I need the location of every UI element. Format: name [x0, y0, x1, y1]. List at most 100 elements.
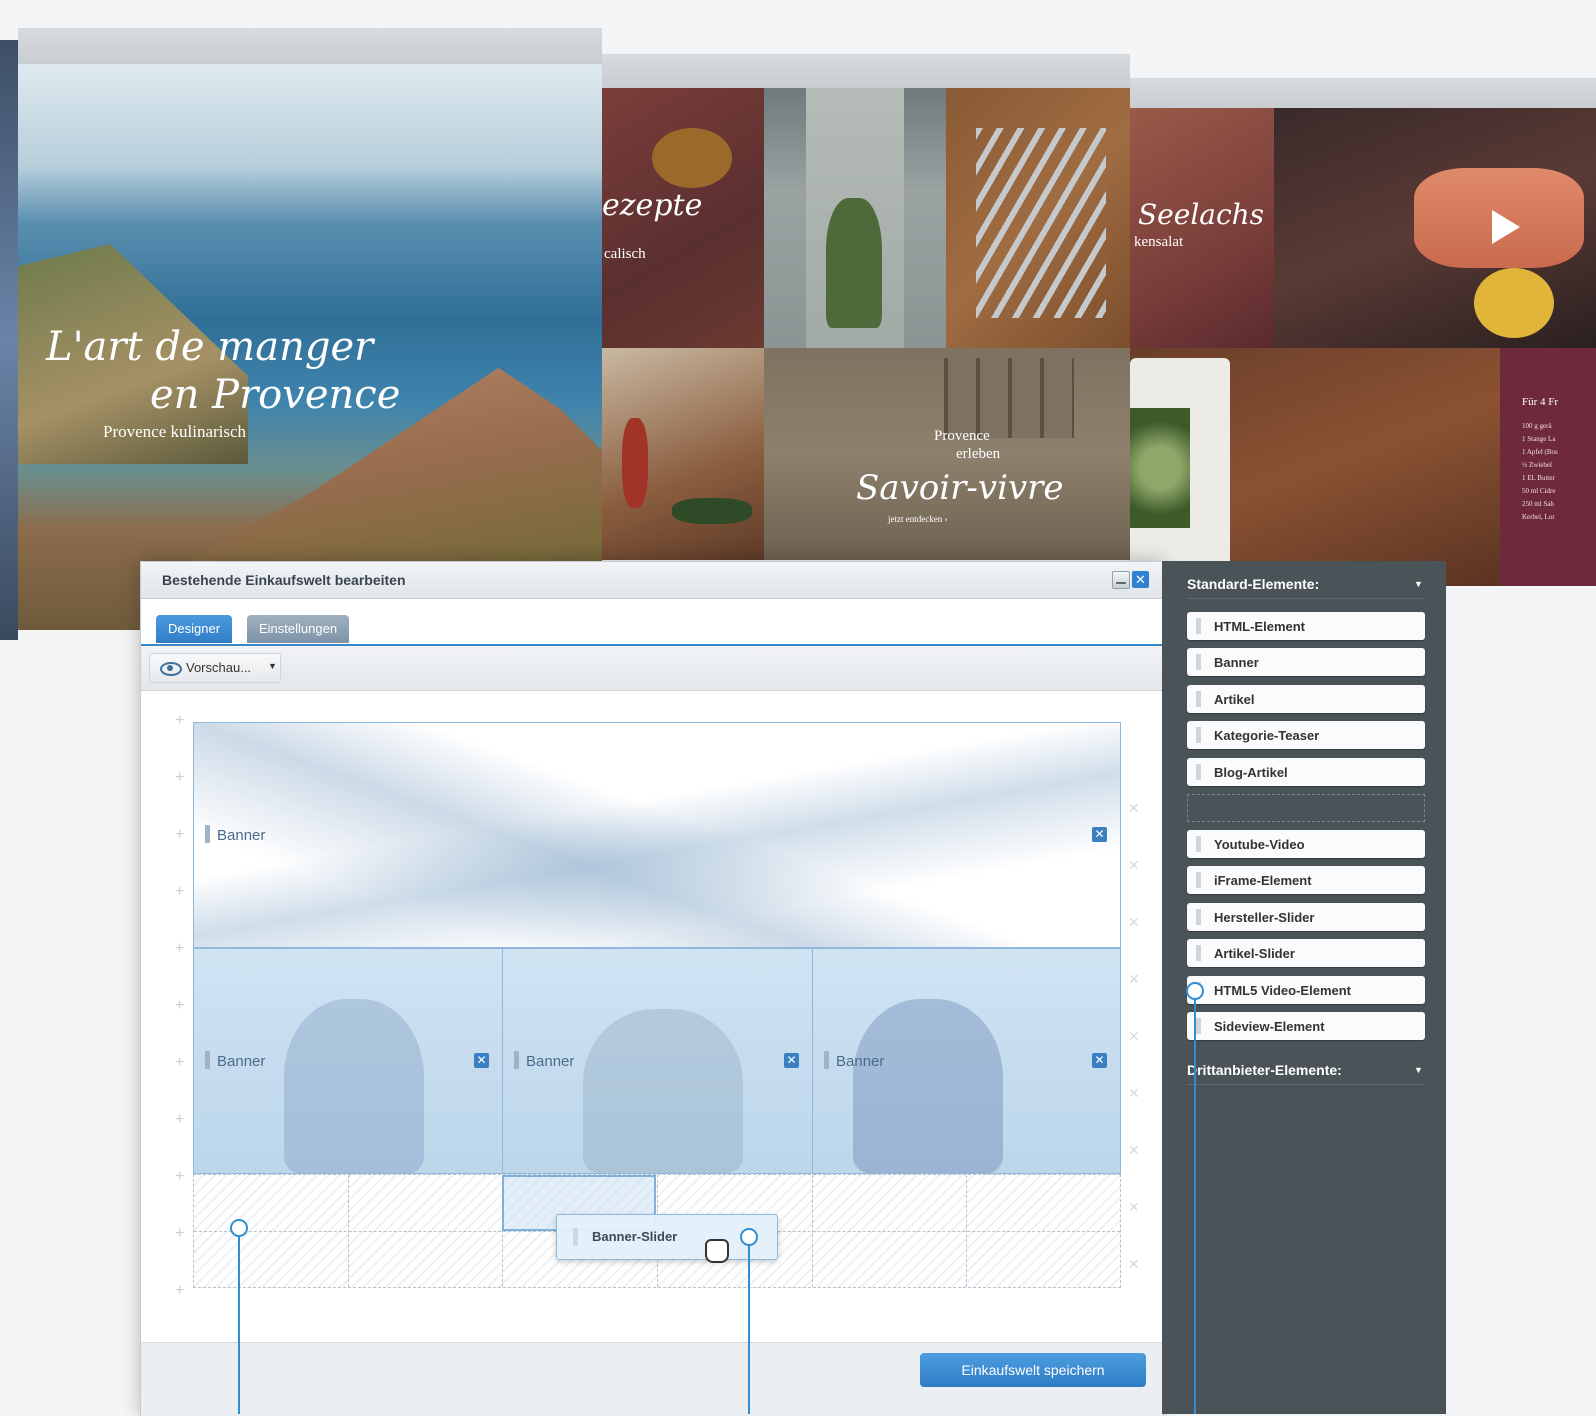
- banner-cell-left[interactable]: Banner ✕: [193, 948, 503, 1174]
- palette-item-artikel-slider[interactable]: Artikel-Slider: [1187, 939, 1425, 968]
- callout-dot: [740, 1228, 758, 1246]
- recipe-ingredient: 1 EL Butter: [1522, 474, 1555, 482]
- drag-handle-icon[interactable]: [205, 1051, 210, 1069]
- drag-handle-icon: [1196, 1018, 1201, 1034]
- dialog-titlebar: Bestehende Einkaufswelt bearbeiten ✕: [141, 562, 1163, 599]
- palette-item-hersteller-slider[interactable]: Hersteller-Slider: [1187, 902, 1425, 931]
- recipe-ingredient: 50 ml Cidre: [1522, 487, 1556, 495]
- palette-item-iframe-element[interactable]: iFrame-Element: [1187, 866, 1425, 895]
- banner-cell-right[interactable]: Banner ✕: [812, 948, 1121, 1174]
- palette-item-banner[interactable]: Banner: [1187, 648, 1425, 677]
- drag-handle-icon: [1196, 908, 1201, 925]
- remove-row-icon[interactable]: ✕: [1128, 800, 1140, 817]
- add-row-icon[interactable]: +: [175, 712, 184, 730]
- minimize-icon: [1116, 582, 1126, 584]
- add-row-icon[interactable]: +: [175, 940, 184, 958]
- palette-item-html5-video-element[interactable]: HTML5 Video-Element: [1187, 975, 1425, 1004]
- person-silhouette: [284, 999, 424, 1173]
- tile-savoir-vivre: Provence erleben Savoir-vivre jetzt entd…: [764, 348, 1130, 560]
- palette-item-kategorie-teaser[interactable]: Kategorie-Teaser: [1187, 721, 1425, 750]
- herb-bundle: [826, 198, 882, 328]
- close-button[interactable]: ✕: [1132, 571, 1149, 588]
- tile-seelachs: Seelachs kensalat: [1130, 108, 1274, 348]
- remove-banner-button[interactable]: ✕: [474, 1053, 489, 1068]
- window-shape: [944, 358, 1074, 438]
- palette-drop-placeholder: [1187, 794, 1425, 822]
- remove-banner-button[interactable]: ✕: [1092, 827, 1107, 842]
- banner-cell-top[interactable]: Banner ✕: [193, 722, 1121, 948]
- tile-provence-label: Provence: [934, 428, 990, 444]
- seelachs-subtitle: kensalat: [1134, 234, 1184, 250]
- tile-entdecken-link[interactable]: jetzt entdecken ›: [888, 514, 947, 524]
- minimize-button[interactable]: [1112, 571, 1130, 589]
- add-row-icon[interactable]: +: [175, 1168, 184, 1186]
- remove-row-icon[interactable]: ✕: [1128, 1256, 1140, 1273]
- palette-item-label: HTML-Element: [1214, 619, 1305, 634]
- palette-item-label: Artikel-Slider: [1214, 946, 1295, 962]
- provence-title-line2: en Provence: [150, 372, 401, 418]
- preview-label: Vorschau...: [186, 660, 252, 675]
- third-party-elements-header[interactable]: Drittanbieter-Elemente:: [1187, 1062, 1342, 1078]
- tile-apron: [764, 88, 946, 348]
- drag-handle-icon: [1196, 618, 1201, 634]
- callout-line: [1194, 996, 1196, 1414]
- callout-line: [238, 1232, 240, 1414]
- dragging-label: Banner-Slider: [592, 1229, 678, 1244]
- add-row-icon[interactable]: +: [175, 883, 184, 901]
- drag-handle-icon[interactable]: [514, 1051, 519, 1069]
- chevron-down-icon[interactable]: ▼: [1414, 1065, 1423, 1075]
- remove-row-icon[interactable]: ✕: [1128, 914, 1140, 931]
- preview-button[interactable]: Vorschau... ▼: [149, 653, 281, 683]
- callout-dot: [1186, 982, 1204, 1000]
- add-row-icon[interactable]: +: [175, 1111, 184, 1129]
- remove-row-icon[interactable]: ✕: [1128, 1085, 1140, 1102]
- remove-row-icon[interactable]: ✕: [1128, 1142, 1140, 1159]
- remove-banner-button[interactable]: ✕: [1092, 1053, 1107, 1068]
- remove-row-icon[interactable]: ✕: [1128, 1199, 1140, 1216]
- remove-banner-button[interactable]: ✕: [784, 1053, 799, 1068]
- tile-rezepte-title: ezepte: [602, 188, 703, 223]
- drag-handle-icon: [1196, 654, 1201, 671]
- person-silhouette: [853, 999, 1003, 1173]
- standard-elements-header[interactable]: Standard-Elemente:: [1187, 576, 1319, 592]
- remove-row-icon[interactable]: ✕: [1128, 1028, 1140, 1045]
- tab-designer[interactable]: Designer: [156, 615, 233, 643]
- tile-cucumber-salad: [1130, 348, 1500, 586]
- drag-handle-icon[interactable]: [573, 1228, 578, 1246]
- palette-item-sideview-element[interactable]: Sideview-Element: [1187, 1012, 1425, 1040]
- seelachs-title: Seelachs: [1138, 198, 1265, 231]
- add-row-icon[interactable]: +: [175, 826, 184, 844]
- remove-row-icon[interactable]: ✕: [1128, 857, 1140, 874]
- pepper-shape: [672, 498, 752, 524]
- palette-item-label: Artikel: [1214, 691, 1255, 707]
- add-row-icon[interactable]: +: [175, 1054, 184, 1072]
- provence-window-titlebar: [18, 28, 602, 64]
- provence-hero-image: L'art de manger en Provence Provence kul…: [18, 64, 602, 630]
- banner-cell-middle[interactable]: Banner ✕: [502, 948, 813, 1174]
- save-shopping-world-button[interactable]: Einkaufswelt speichern: [920, 1353, 1146, 1387]
- palette-item-label: HTML5 Video-Element: [1214, 982, 1352, 998]
- banner-label: Banner: [836, 1053, 885, 1070]
- provence-subtitle: Provence kulinarisch: [103, 422, 247, 441]
- chevron-down-icon[interactable]: ▼: [1414, 579, 1423, 589]
- palette-item-artikel[interactable]: Artikel: [1187, 684, 1425, 713]
- add-row-icon[interactable]: +: [175, 997, 184, 1015]
- palette-item-blog-artikel[interactable]: Blog-Artikel: [1187, 757, 1425, 786]
- add-row-icon[interactable]: +: [175, 1282, 184, 1300]
- recipe-panel: Für 4 Fr 100 g gerä 1 Stange La 1 Apfel (B…: [1500, 348, 1596, 586]
- drag-handle-icon[interactable]: [824, 1051, 829, 1069]
- play-icon[interactable]: [1492, 210, 1520, 244]
- row-remove-markers: ✕ ✕ ✕ ✕ ✕ ✕ ✕ ✕ ✕: [1128, 800, 1144, 1273]
- add-row-icon[interactable]: +: [175, 769, 184, 787]
- cutlery-shape: [976, 128, 1106, 318]
- tab-einstellungen[interactable]: Einstellungen: [247, 615, 350, 643]
- editor-dialog: Bestehende Einkaufswelt bearbeiten ✕ Des…: [140, 561, 1164, 1416]
- drag-handle-icon[interactable]: [205, 825, 210, 843]
- person-silhouette: [583, 1009, 743, 1173]
- add-row-icon[interactable]: +: [175, 1225, 184, 1243]
- grab-hand-icon: [705, 1239, 729, 1263]
- palette-item-youtube-video[interactable]: Youtube-Video: [1187, 830, 1425, 858]
- drag-handle-icon: [1196, 727, 1201, 744]
- palette-item-html-element[interactable]: HTML-Element: [1187, 612, 1425, 640]
- remove-row-icon[interactable]: ✕: [1128, 971, 1140, 988]
